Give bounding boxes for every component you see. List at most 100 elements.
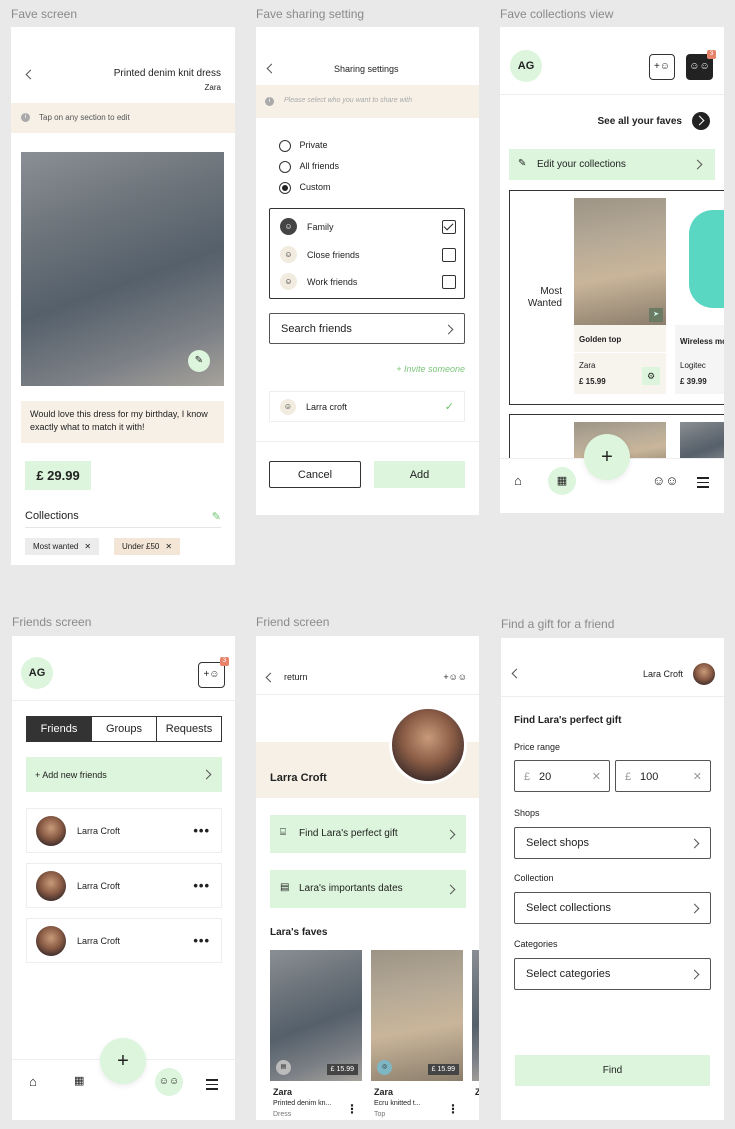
invite-link[interactable]: + Invite someone: [396, 364, 465, 374]
chevron-right-icon: [445, 884, 456, 895]
add-new-friends-button[interactable]: + Add new friends: [26, 757, 222, 792]
info-icon: i: [265, 97, 274, 106]
chevron-right-icon: [689, 969, 700, 980]
group-work-friends[interactable]: ☺ Work friends: [270, 273, 464, 291]
important-dates-button[interactable]: ▤ Lara's importants dates: [270, 870, 466, 908]
add-fab[interactable]: +: [584, 434, 630, 480]
fave-card[interactable]: ▤ £ 15.99 Zara Printed denim kn... Dress…: [270, 950, 362, 1120]
search-friends-label: Search friends: [281, 322, 352, 335]
categories-label: Categories: [514, 939, 558, 949]
remove-tag-icon[interactable]: ✕: [165, 542, 172, 551]
checkbox-family[interactable]: [442, 220, 456, 234]
menu-icon[interactable]: [697, 474, 709, 491]
menu-icon[interactable]: [206, 1076, 218, 1093]
edit-collections-button[interactable]: ✎ Edit your collections: [509, 149, 715, 180]
more-options-icon[interactable]: •••: [193, 823, 210, 838]
divider: [25, 527, 221, 528]
fave-name: Ecru knitted t...: [374, 1100, 421, 1107]
option-all-friends[interactable]: All friends: [279, 161, 339, 173]
more-options-icon[interactable]: •••: [193, 878, 210, 893]
friend-row[interactable]: Larra Croft •••: [26, 863, 222, 908]
home-icon[interactable]: ⌂: [29, 1074, 37, 1089]
clear-icon[interactable]: ✕: [592, 770, 601, 783]
see-all-faves-link[interactable]: See all your faves: [598, 116, 683, 127]
home-icon[interactable]: ⌂: [514, 473, 522, 488]
max-price-field[interactable]: £ 100 ✕: [615, 760, 711, 792]
edit-photo-icon[interactable]: ✎: [188, 350, 210, 372]
group-label: Work friends: [307, 277, 358, 287]
friend-row[interactable]: Larra Croft •••: [26, 808, 222, 853]
fave-note[interactable]: Would love this dress for my birthday, I…: [21, 401, 224, 443]
more-vertical-icon[interactable]: ⋮: [346, 1102, 358, 1116]
back-icon[interactable]: [25, 69, 36, 80]
fave-screen: Printed denim knit dress Zara i Tap on a…: [11, 27, 235, 565]
friends-icon[interactable]: ☺☺: [652, 473, 679, 488]
back-icon[interactable]: [265, 672, 276, 683]
edit-collections-icon[interactable]: ✎: [212, 510, 221, 523]
fave-card[interactable]: Z: [472, 950, 479, 1120]
avatar[interactable]: AG: [510, 50, 542, 82]
friend-name: Lara Croft: [642, 669, 683, 679]
tag-under-50[interactable]: Under £50 ✕: [114, 538, 181, 555]
fave-card[interactable]: ◎ £ 15.99 Zara Ecru knitted t... Top ⋮: [371, 950, 463, 1120]
option-custom[interactable]: Custom: [279, 182, 331, 194]
currency-symbol: £: [524, 771, 531, 783]
divider: [574, 352, 666, 353]
grid-icon[interactable]: ▦: [548, 467, 576, 495]
collection-card[interactable]: Most Wanted ➤ Golden top Zara £ 15.99 ⚙ …: [509, 190, 724, 405]
more-vertical-icon[interactable]: ⋮: [447, 1102, 459, 1116]
tab-requests[interactable]: Requests: [156, 716, 222, 742]
min-price-field[interactable]: £ 20 ✕: [514, 760, 610, 792]
return-link[interactable]: return: [284, 672, 308, 682]
cancel-button[interactable]: Cancel: [269, 461, 361, 488]
tag-most-wanted[interactable]: Most wanted ✕: [25, 538, 100, 555]
remove-tag-icon[interactable]: ✕: [84, 542, 91, 551]
add-friend-button[interactable]: +☺: [649, 54, 675, 80]
see-all-arrow-icon[interactable]: [692, 112, 710, 130]
back-icon[interactable]: [266, 63, 277, 74]
option-private[interactable]: Private: [279, 140, 328, 152]
brand-icon: ◎: [377, 1060, 392, 1075]
tab-friends[interactable]: Friends: [26, 716, 92, 742]
fave-name: Printed denim kn...: [273, 1100, 332, 1107]
add-group-icon[interactable]: +☺☺: [443, 672, 467, 682]
grid-icon[interactable]: ▦: [74, 1074, 84, 1087]
sharing-hint: Please select who you want to share with: [284, 97, 413, 104]
fave-price[interactable]: £ 29.99: [25, 461, 91, 490]
shops-select[interactable]: Select shops: [514, 827, 711, 859]
tab-groups[interactable]: Groups: [91, 716, 157, 742]
notification-badge: 3: [707, 50, 716, 59]
find-button[interactable]: Find: [515, 1055, 710, 1086]
send-icon[interactable]: ➤: [649, 308, 663, 322]
fave-item[interactable]: ➤ Golden top Zara £ 15.99 ⚙: [574, 198, 666, 394]
more-options-icon[interactable]: •••: [193, 933, 210, 948]
share-icon[interactable]: ⚙: [642, 367, 660, 385]
collection-placeholder: Select collections: [526, 902, 611, 914]
fave-brand: Z: [475, 1087, 479, 1097]
group-close-friends[interactable]: ☺ Close friends: [270, 246, 464, 264]
checkbox-close-friends[interactable]: [442, 248, 456, 262]
friend-screen: return +☺☺ Larra Croft ⌸ Find Lara's per…: [256, 636, 479, 1120]
clear-icon[interactable]: ✕: [693, 770, 702, 783]
search-friends[interactable]: Search friends: [269, 313, 465, 344]
find-gift-button[interactable]: ⌸ Find Lara's perfect gift: [270, 815, 466, 853]
back-icon[interactable]: [511, 668, 522, 679]
collections-label: Collections: [25, 510, 79, 522]
checkbox-work-friends[interactable]: [442, 275, 456, 289]
friends-icon[interactable]: ☺☺: [155, 1068, 183, 1096]
fave-item[interactable]: Wireless mo Logitec £ 39.99: [675, 198, 724, 394]
group-family[interactable]: ☺ Family: [270, 218, 464, 236]
sharing-hint-bar: i Please select who you want to share wi…: [256, 85, 479, 118]
categories-select[interactable]: Select categories: [514, 958, 711, 990]
item-name: Wireless mo: [680, 337, 724, 346]
product-photo[interactable]: ✎: [21, 152, 224, 386]
collection-select[interactable]: Select collections: [514, 892, 711, 924]
selected-friend[interactable]: ☺ Larra croft ✓: [269, 391, 465, 422]
friend-row[interactable]: Larra Croft •••: [26, 918, 222, 963]
add-button[interactable]: Add: [374, 461, 465, 488]
friend-avatar: [36, 871, 66, 901]
friend-avatar: [36, 926, 66, 956]
group-label: Family: [307, 222, 334, 232]
add-fab[interactable]: +: [100, 1038, 146, 1084]
avatar[interactable]: AG: [21, 657, 53, 689]
